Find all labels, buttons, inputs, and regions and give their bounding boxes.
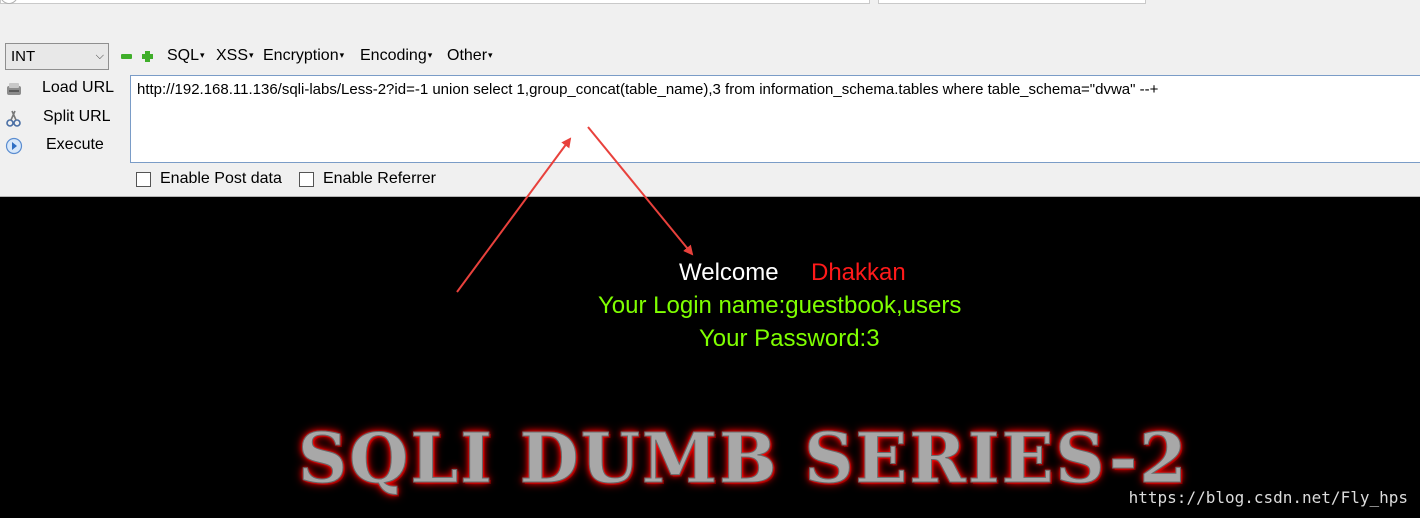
type-select-value: INT	[11, 48, 36, 65]
hackbar-toolbar: INT ⌵ SQL▾ XSS▾ Encryption▾ Encoding▾ Ot…	[0, 0, 1420, 197]
menu-encryption[interactable]: Encryption▾	[263, 47, 344, 65]
execute-icon	[5, 137, 23, 155]
split-url-label: Split URL	[43, 108, 111, 125]
dropdown-icon: ▾	[427, 50, 433, 61]
username-text: Dhakkan	[811, 259, 906, 286]
address-bar-edge	[0, 0, 870, 4]
menu-sql-label: SQL	[167, 47, 200, 64]
menu-other-label: Other	[447, 47, 488, 64]
password-result: Your Password:3	[699, 325, 880, 352]
enable-referrer-checkbox[interactable]: Enable Referrer	[299, 170, 439, 189]
chevron-down-icon: ⌵	[95, 50, 104, 62]
execute-button[interactable]: Execute	[0, 134, 120, 158]
load-url-icon	[7, 83, 21, 95]
welcome-text: Welcome	[679, 259, 779, 286]
dropdown-icon: ▾	[200, 50, 205, 61]
load-url-label: Load URL	[42, 79, 115, 96]
minus-icon[interactable]	[121, 51, 132, 62]
dropdown-icon: ▾	[339, 50, 345, 61]
menu-other[interactable]: Other▾	[447, 47, 493, 65]
type-select[interactable]: INT ⌵	[5, 43, 109, 70]
menu-sql[interactable]: SQL▾	[167, 47, 205, 65]
plus-icon[interactable]	[142, 51, 153, 62]
menu-encryption-label: Encryption	[263, 47, 339, 64]
load-url-button[interactable]: Load URL	[0, 77, 120, 101]
checkbox-icon[interactable]	[299, 172, 314, 187]
enable-post-label: Enable Post data	[160, 170, 282, 187]
login-name-result: Your Login name:guestbook,users	[598, 292, 962, 319]
split-url-icon	[6, 110, 21, 127]
menu-xss[interactable]: XSS▾	[216, 47, 254, 65]
enable-referrer-label: Enable Referrer	[323, 170, 436, 187]
page-content: Welcome Dhakkan Your Login name:guestboo…	[0, 197, 1420, 518]
menu-encoding[interactable]: Encoding▾	[360, 47, 432, 65]
series-banner: SQLI DUMB SERIES-2	[298, 419, 1189, 500]
search-bar-edge	[878, 0, 1146, 4]
checkbox-icon[interactable]	[136, 172, 151, 187]
enable-post-checkbox[interactable]: Enable Post data	[136, 170, 286, 189]
execute-label: Execute	[46, 136, 104, 153]
split-url-button[interactable]: Split URL	[0, 106, 120, 130]
dropdown-icon: ▾	[488, 50, 493, 61]
menu-xss-label: XSS	[216, 47, 249, 64]
watermark: https://blog.csdn.net/Fly_hps	[1128, 488, 1408, 507]
dropdown-icon: ▾	[249, 50, 254, 61]
menu-encoding-label: Encoding	[360, 47, 427, 64]
url-input[interactable]: http://192.168.11.136/sqli-labs/Less-2?i…	[130, 75, 1420, 163]
